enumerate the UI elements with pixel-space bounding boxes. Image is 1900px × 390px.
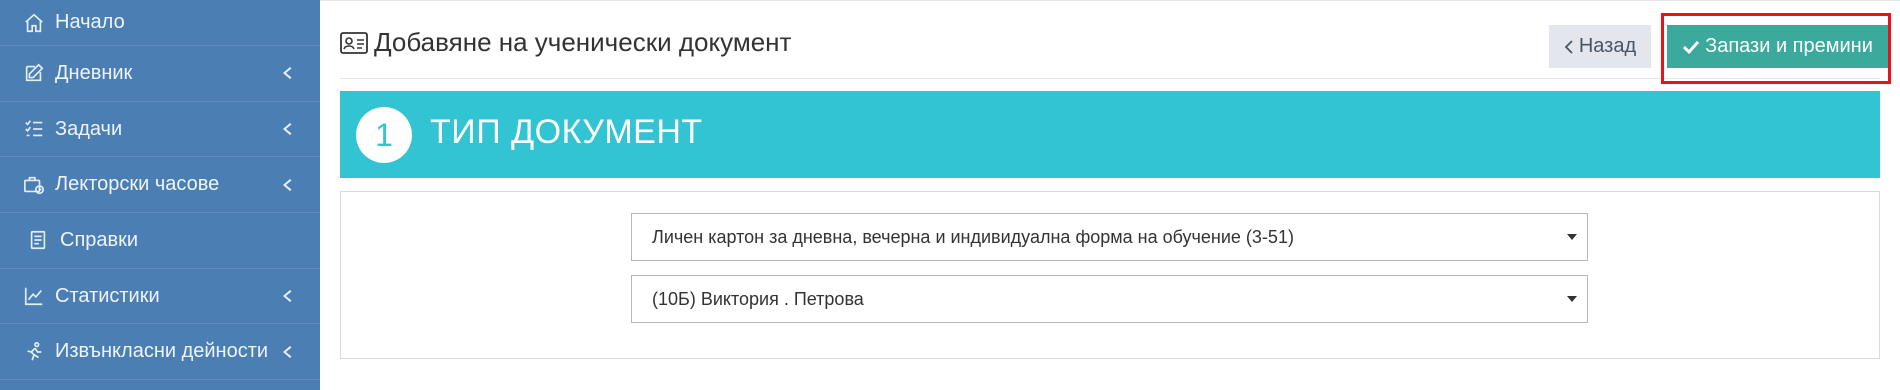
sidebar-item-label: Извънкласни дейности xyxy=(55,340,269,363)
title-wrap: Добавяне на ученически документ xyxy=(340,27,791,58)
app: Начало Дневник Задачи Лекторски часове С… xyxy=(0,0,1900,390)
sidebar-item-statistics[interactable]: Статистики xyxy=(0,269,320,325)
chevron-left-icon xyxy=(280,178,294,192)
sidebar-item-label: Задачи xyxy=(55,117,123,140)
page-title: Добавяне на ученически документ xyxy=(374,27,792,57)
home-icon xyxy=(22,11,46,35)
save-button-label: Запази и премини xyxy=(1705,35,1873,57)
sidebar-item-label: Лекторски часове xyxy=(55,173,220,196)
form-panel: Личен картон за дневна, вечерна и индиви… xyxy=(340,191,1880,359)
task-list-icon xyxy=(22,117,46,141)
student-value: (10Б) Виктория . Петрова xyxy=(652,289,864,309)
step-banner: 1 ТИП ДОКУМЕНТ xyxy=(340,91,1880,178)
student-select[interactable]: (10Б) Виктория . Петрова xyxy=(631,275,1588,323)
chart-icon xyxy=(22,284,46,308)
sidebar-item-label: Справки xyxy=(60,228,139,251)
chevron-left-icon xyxy=(280,289,294,303)
save-and-continue-button[interactable]: Запази и премини xyxy=(1667,25,1888,68)
edit-icon xyxy=(22,61,46,85)
step-title: ТИП ДОКУМЕНТ xyxy=(430,113,703,151)
chevron-left-icon xyxy=(280,345,294,359)
dropdown-caret-icon xyxy=(1567,234,1577,240)
sidebar-item-lecture-hours[interactable]: Лекторски часове xyxy=(0,157,320,214)
id-card-icon xyxy=(340,31,368,54)
page-header: Добавяне на ученически документ Назад За… xyxy=(340,1,1891,84)
sidebar-item-reports[interactable]: Справки xyxy=(0,213,320,269)
step-number: 1 xyxy=(356,107,412,163)
back-button[interactable]: Назад xyxy=(1549,25,1651,68)
sidebar-item-label: Начало xyxy=(55,11,125,33)
back-button-label: Назад xyxy=(1578,35,1637,57)
check-icon xyxy=(1683,40,1700,54)
chevron-left-icon xyxy=(280,66,294,80)
document-icon xyxy=(26,228,50,252)
sidebar-item-label: Статистики xyxy=(55,284,160,307)
dropdown-caret-icon xyxy=(1567,296,1577,302)
sidebar-item-extracurricular[interactable]: Извънкласни дейности xyxy=(0,324,320,381)
sidebar: Начало Дневник Задачи Лекторски часове С… xyxy=(0,0,320,390)
sidebar-item-tasks[interactable]: Задачи xyxy=(0,102,320,158)
sidebar-item-home[interactable]: Начало xyxy=(0,0,320,46)
sidebar-item-diary[interactable]: Дневник xyxy=(0,46,320,102)
chevron-left-icon xyxy=(1564,39,1573,54)
document-type-value: Личен картон за дневна, вечерна и индиви… xyxy=(652,227,1294,247)
briefcase-clock-icon xyxy=(22,173,46,197)
document-type-select[interactable]: Личен картон за дневна, вечерна и индиви… xyxy=(631,213,1588,261)
sidebar-item-label: Дневник xyxy=(55,61,133,84)
running-icon xyxy=(22,340,46,364)
chevron-left-icon xyxy=(280,122,294,136)
main-content: Добавяне на ученически документ Назад За… xyxy=(320,0,1900,390)
